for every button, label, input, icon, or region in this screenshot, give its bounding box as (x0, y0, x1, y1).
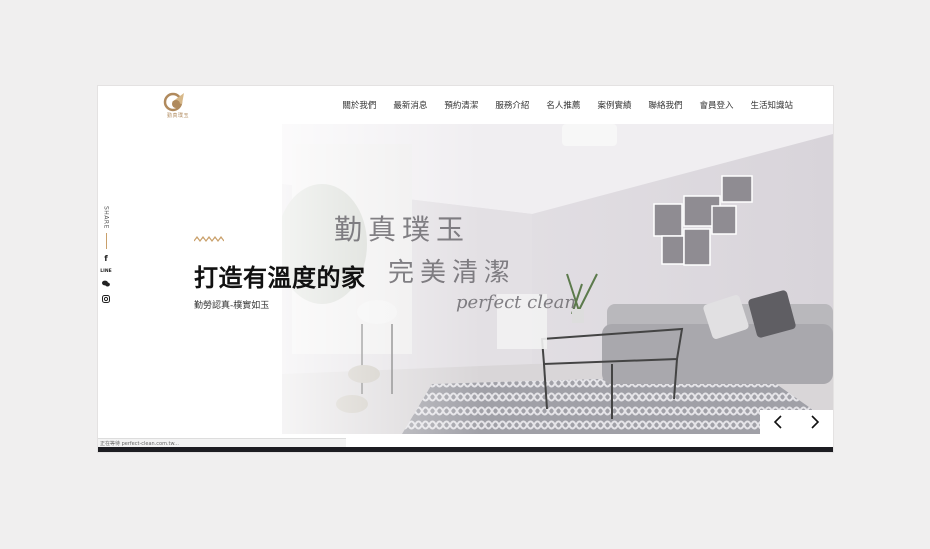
main-nav: 關於我們 最新消息 預約清潔 服務介紹 名人推薦 案例實績 聯絡我們 會員登入 … (342, 99, 793, 111)
logo-text: 勤真璞玉 (166, 113, 189, 119)
line-icon[interactable]: LINE (100, 269, 111, 274)
nav-item-contact[interactable]: 聯絡我們 (648, 99, 682, 111)
os-taskbar (98, 447, 833, 452)
nav-item-login[interactable]: 會員登入 (699, 99, 733, 111)
hero-subline: 勤勞認真-樸實如玉 (194, 301, 270, 311)
share-divider (105, 232, 107, 249)
browser-viewport: 勤真璞玉 關於我們 最新消息 預約清潔 服務介紹 名人推薦 案例實績 聯絡我們 … (98, 86, 833, 452)
hero-overlay-title: 勤真璞玉 (334, 213, 471, 246)
nav-item-knowledge[interactable]: 生活知識站 (750, 99, 793, 111)
site-logo[interactable]: 勤真璞玉 (158, 90, 198, 120)
instagram-icon[interactable] (102, 294, 110, 305)
nav-item-booking[interactable]: 預約清潔 (444, 99, 478, 111)
share-bar: SHARE f LINE (98, 206, 114, 311)
chevron-right-icon (811, 415, 819, 429)
nav-item-cases[interactable]: 案例實績 (597, 99, 631, 111)
wechat-icon[interactable] (102, 280, 110, 289)
logo-icon (163, 92, 184, 112)
hero-overlay-en: perfect clean (456, 292, 576, 313)
zigzag-accent-icon (194, 236, 224, 242)
nav-item-news[interactable]: 最新消息 (393, 99, 427, 111)
nav-item-about[interactable]: 關於我們 (342, 99, 376, 111)
nav-item-services[interactable]: 服務介紹 (495, 99, 529, 111)
chevron-left-icon (774, 415, 782, 429)
slider-prev-button[interactable] (768, 412, 788, 432)
slider-controls (760, 410, 833, 434)
hero-headline: 打造有溫度的家 (194, 264, 366, 292)
share-label: SHARE (102, 206, 110, 229)
facebook-icon[interactable]: f (104, 254, 107, 263)
hero-overlay-sub: 完美清潔 (388, 258, 517, 288)
nav-item-celebrity[interactable]: 名人推薦 (546, 99, 580, 111)
slider-next-button[interactable] (805, 412, 825, 432)
site-header: 勤真璞玉 關於我們 最新消息 預約清潔 服務介紹 名人推薦 案例實績 聯絡我們 … (98, 86, 833, 124)
